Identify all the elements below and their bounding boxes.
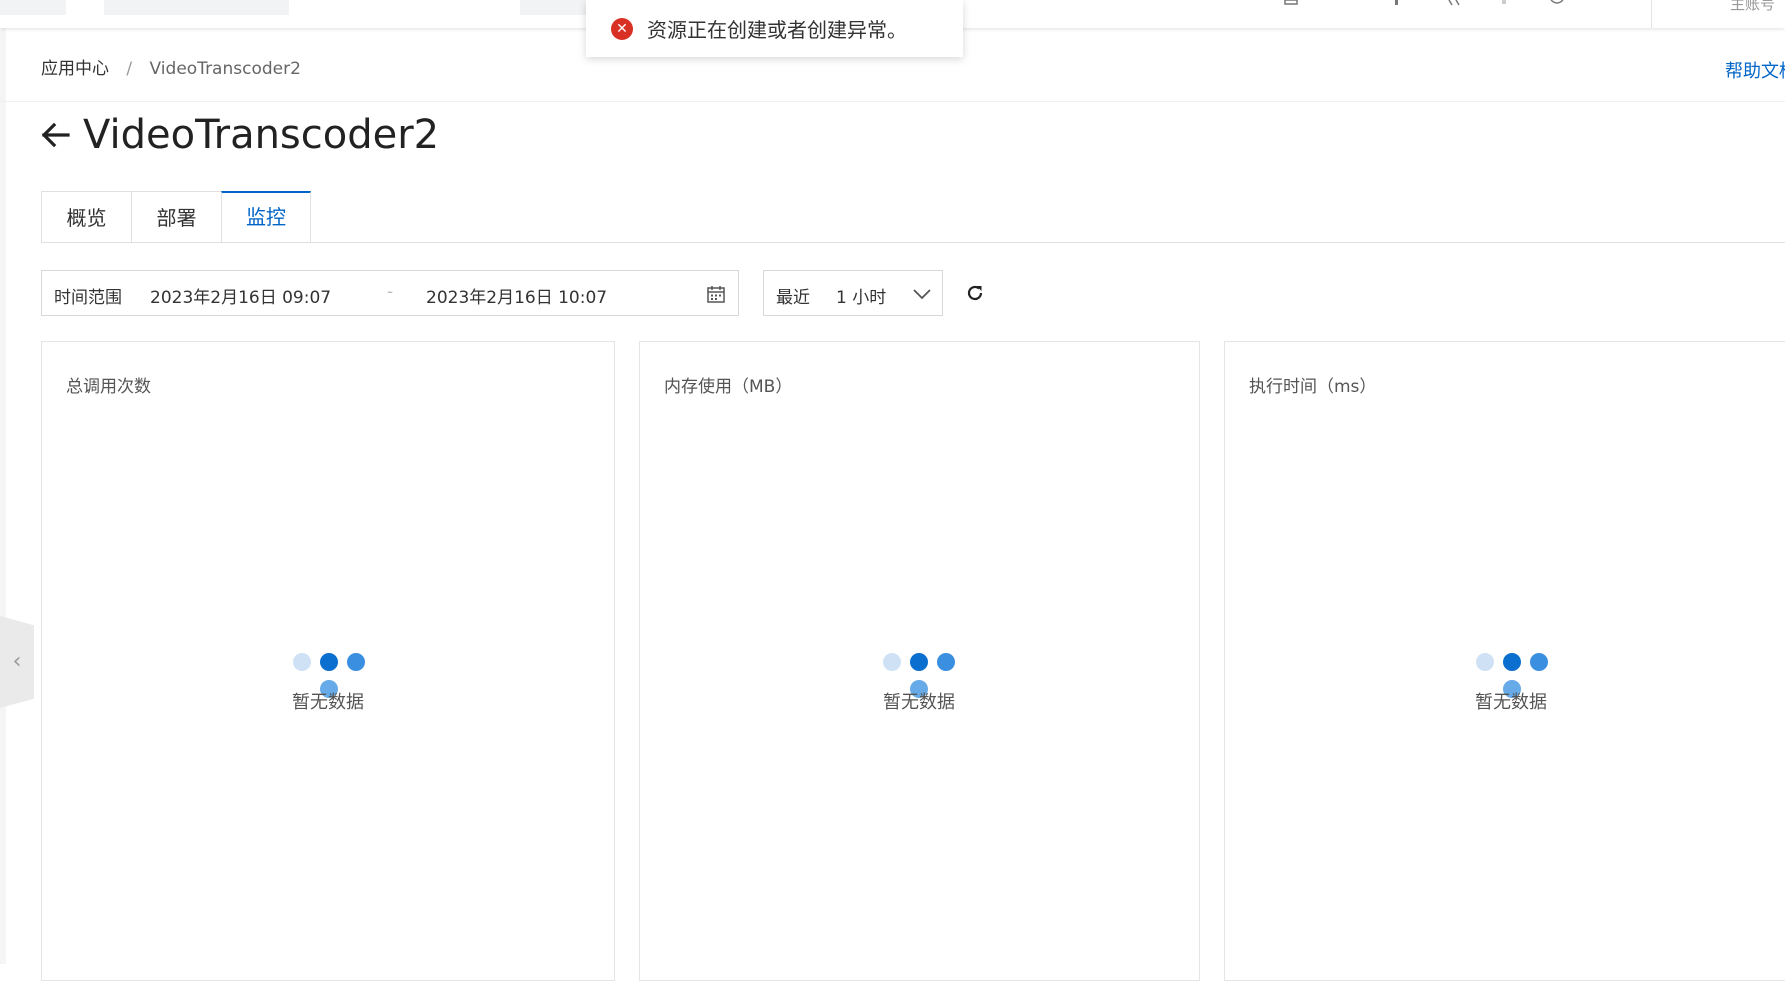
refresh-icon[interactable] — [964, 282, 986, 304]
tab-bar: 概览 部署 监控 — [41, 191, 311, 243]
tab-underline — [41, 242, 1785, 243]
tab-overview[interactable]: 概览 — [41, 191, 131, 243]
header-divider — [0, 101, 1785, 102]
empty-state-text: 暂无数据 — [292, 692, 364, 713]
sidebar-expand-handle[interactable]: ‹ — [0, 616, 34, 708]
calendar-icon[interactable] — [706, 284, 726, 304]
loading-spinner — [883, 653, 955, 698]
breadcrumb-separator: / — [126, 59, 133, 79]
back-arrow-icon[interactable] — [38, 117, 74, 153]
empty-state-text: 暂无数据 — [1475, 692, 1547, 713]
top-bar-divider — [1651, 0, 1652, 28]
chevron-down-icon — [913, 289, 931, 300]
left-sidebar-edge — [0, 28, 6, 964]
card-title: 内存使用（MB） — [664, 377, 793, 397]
loading-spinner — [293, 653, 365, 698]
top-bar-logo-area[interactable] — [0, 0, 66, 15]
error-toast: ✕ 资源正在创建或者创建异常。 — [586, 0, 963, 57]
empty-state-text: 暂无数据 — [883, 692, 955, 713]
tab-deploy[interactable]: 部署 — [131, 191, 221, 243]
loading-spinner — [1476, 653, 1548, 698]
toast-message: 资源正在创建或者创建异常。 — [647, 18, 907, 42]
notification-icon[interactable] — [1283, 0, 1299, 6]
recent-label: 最近 — [776, 288, 810, 308]
tab-monitor[interactable]: 监控 — [221, 191, 311, 243]
end-time-input[interactable]: 2023年2月16日 10:07 — [426, 283, 607, 308]
start-time-input[interactable]: 2023年2月16日 09:07 — [150, 283, 331, 308]
recent-value: 1 小时 — [836, 288, 887, 308]
help-icon[interactable] — [1392, 0, 1402, 6]
breadcrumb-root[interactable]: 应用中心 — [41, 59, 109, 79]
metric-card-duration: 执行时间（ms） 暂无数据 — [1224, 341, 1785, 981]
message-icon[interactable] — [1499, 0, 1511, 6]
language-icon[interactable] — [1548, 0, 1566, 6]
top-bar-search-area[interactable] — [520, 0, 590, 15]
cart-icon[interactable] — [1447, 0, 1463, 6]
account-name[interactable]: 主账号 — [1730, 0, 1775, 14]
metric-card-invocations: 总调用次数 暂无数据 — [41, 341, 615, 981]
chevron-left-icon: ‹ — [12, 649, 22, 674]
range-separator: - — [387, 282, 394, 302]
breadcrumb: 应用中心 / VideoTranscoder2 — [41, 54, 301, 79]
breadcrumb-current: VideoTranscoder2 — [149, 59, 301, 79]
top-bar-workspace-selector[interactable] — [104, 0, 289, 15]
time-range-picker[interactable]: 时间范围 2023年2月16日 09:07 - 2023年2月16日 10:07 — [41, 270, 739, 316]
page-title: VideoTranscoder2 — [83, 112, 440, 158]
card-title: 总调用次数 — [66, 377, 151, 397]
help-doc-link[interactable]: 帮助文档 — [1725, 57, 1785, 83]
metric-card-memory: 内存使用（MB） 暂无数据 — [639, 341, 1200, 981]
recent-period-select[interactable]: 最近 1 小时 — [763, 270, 943, 316]
error-circle-icon: ✕ — [611, 17, 633, 40]
card-title: 执行时间（ms） — [1249, 377, 1377, 397]
time-range-label: 时间范围 — [54, 288, 122, 308]
